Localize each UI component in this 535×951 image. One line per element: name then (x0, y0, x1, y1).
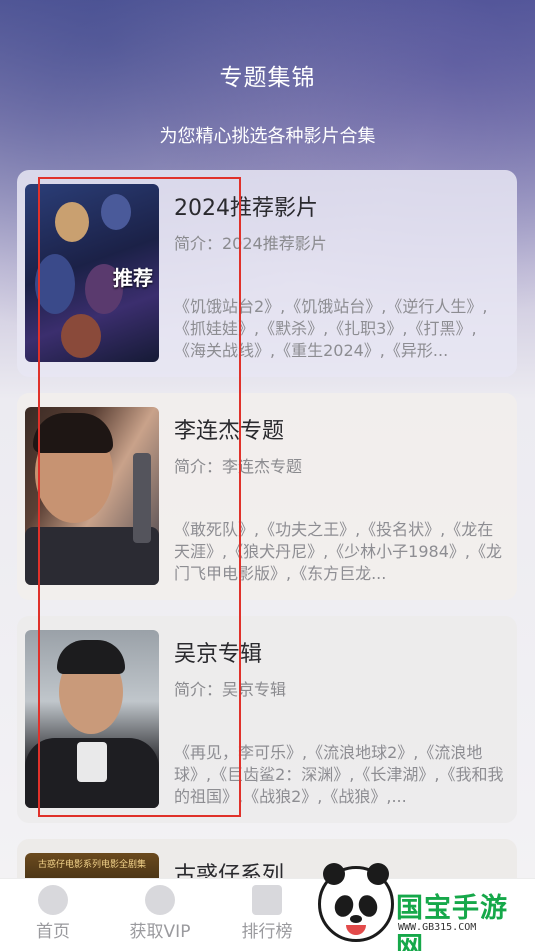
card-intro: 简介：李连杰专题 (174, 457, 303, 476)
collection-card-wu-jing[interactable]: 吴京专辑 简介：吴京专辑 《再见，李可乐》,《流浪地球2》,《流浪地球》,《巨齿… (17, 616, 517, 823)
panda-mouth (346, 925, 366, 935)
watermark-url: WWW.GB315.COM (398, 922, 477, 933)
card-intro: 简介：2024推荐影片 (174, 234, 327, 253)
poster-figure (35, 254, 75, 314)
poster-image (25, 407, 159, 585)
collection-card-jet-li[interactable]: 李连杰专题 简介：李连杰专题 《敢死队》,《功夫之王》,《投名状》,《龙在天涯》… (17, 393, 517, 600)
watermark-brand: 国宝手游网 (396, 893, 508, 951)
tab-label: 首页 (36, 922, 70, 942)
card-title: 李连杰专题 (174, 419, 285, 444)
card-film-list: 《敢死队》,《功夫之王》,《投名状》,《龙在天涯》,《狼犬丹尼》,《少林小子19… (174, 520, 502, 583)
chart-icon (252, 885, 282, 915)
poster-shirt (77, 742, 107, 782)
tab-get-vip[interactable]: 获取VIP (115, 885, 205, 942)
tab-home[interactable]: 首页 (8, 885, 98, 942)
card-title: 2024推荐影片 (174, 196, 318, 221)
card-film-list: 《再见，李可乐》,《流浪地球2》,《流浪地球》,《巨齿鲨2：深渊》,《长津湖》,… (174, 743, 504, 806)
poster-figure (55, 202, 89, 242)
panda-nose (350, 915, 362, 923)
panda-logo-icon (318, 863, 394, 942)
card-intro: 简介：吴京专辑 (174, 680, 287, 699)
page-subtitle: 为您精心挑选各种影片合集 (159, 126, 376, 147)
card-title: 吴京专辑 (174, 642, 263, 667)
panda-ear (367, 863, 389, 885)
poster-figure (101, 194, 131, 230)
poster-hair (57, 640, 125, 674)
poster-figure (61, 314, 101, 358)
tab-ranking[interactable]: 排行榜 (222, 885, 312, 942)
tab-label: 排行榜 (241, 922, 293, 942)
home-icon (38, 885, 68, 915)
panda-ear (323, 863, 345, 885)
vip-icon (145, 885, 175, 915)
poster-image: 推荐 (25, 184, 159, 362)
poster-label: 推荐 (113, 266, 153, 290)
poster-hair (33, 413, 113, 453)
poster-gun (133, 453, 151, 543)
site-watermark: 国宝手游网 WWW.GB315.COM (318, 860, 535, 951)
page-title: 专题集锦 (219, 65, 316, 91)
poster-image (25, 630, 159, 808)
poster-label: 古惑仔电影系列电影全剧集 (37, 860, 146, 870)
card-film-list: 《饥饿站台2》,《饥饿站台》,《逆行人生》,《抓娃娃》,《默杀》,《扎职3》,《… (174, 297, 488, 360)
collection-card-2024[interactable]: 推荐 2024推荐影片 简介：2024推荐影片 《饥饿站台2》,《饥饿站台》,《… (17, 170, 517, 377)
tab-label: 获取VIP (129, 922, 191, 942)
